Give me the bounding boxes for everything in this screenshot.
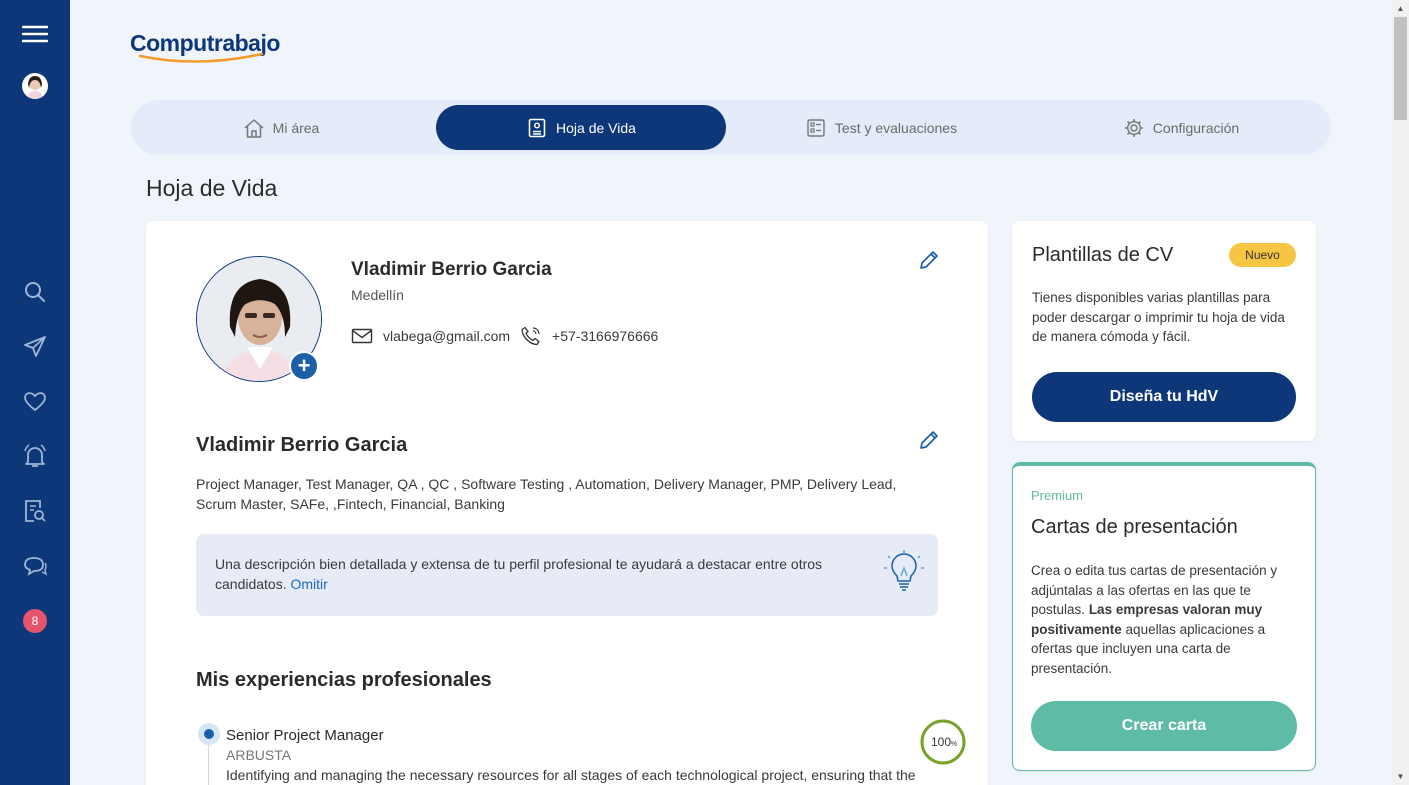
new-badge: Nuevo	[1229, 243, 1296, 267]
tip-text-block: Una descripción bien detallada y extensa…	[215, 554, 855, 594]
edit-icon[interactable]	[918, 249, 940, 271]
experience-description: Identifying and managing the necessary r…	[226, 767, 916, 783]
profile-headline-name: Vladimir Berrio Garcia	[196, 434, 408, 456]
tab-mi-area[interactable]: Mi área	[136, 105, 426, 150]
avatar[interactable]	[0, 66, 70, 106]
home-icon	[244, 118, 264, 138]
cover-letters-title: Cartas de presentación	[1031, 516, 1238, 538]
search-icon[interactable]	[0, 272, 70, 312]
profile-city: Medellín	[351, 287, 404, 303]
sidebar: 8	[0, 0, 70, 785]
phone-icon	[521, 326, 540, 346]
cv-icon	[528, 118, 546, 137]
premium-label: Premium	[1031, 488, 1084, 503]
profile-summary: Project Manager, Test Manager, QA , QC ,…	[196, 476, 897, 512]
experience-section-title: Mis experiencias profesionales	[196, 669, 492, 691]
design-cv-button[interactable]: Diseña tu HdV	[1032, 372, 1296, 422]
gear-icon	[1124, 118, 1143, 137]
lightbulb-icon	[884, 550, 924, 591]
timeline-dot	[198, 723, 220, 745]
cover-letters-card: Premium Cartas de presentación Crea o ed…	[1012, 462, 1316, 771]
checklist-icon	[807, 118, 825, 137]
scroll-down-arrow-icon[interactable]: ▼	[1392, 768, 1409, 785]
main-content: Computrabajo Mi área Hoja de Vida Test y…	[70, 0, 1392, 785]
scrollbar[interactable]: ▲ ▼	[1392, 0, 1409, 785]
edit-icon[interactable]	[918, 429, 940, 451]
chat-icon[interactable]	[0, 546, 70, 586]
tip-omitir-link[interactable]: Omitir	[291, 576, 328, 592]
experience-role[interactable]: Senior Project Manager	[226, 727, 384, 744]
tab-configuracion[interactable]: Configuración	[1036, 105, 1326, 150]
cover-letters-text: Crea o edita tus cartas de presentación …	[1031, 561, 1299, 678]
bell-icon[interactable]	[0, 436, 70, 476]
cv-templates-text: Tienes disponibles varias plantillas par…	[1032, 290, 1285, 344]
profile-name: Vladimir Berrio Garcia	[351, 259, 552, 280]
profile-email: vlabega@gmail.com	[383, 328, 511, 344]
add-photo-button[interactable]: +	[289, 351, 319, 381]
contact-info: vlabega@gmail.com +57-3166976666	[351, 325, 658, 347]
menu-icon[interactable]	[0, 14, 70, 54]
send-icon[interactable]	[0, 327, 70, 367]
profile-phone: +57-3166976666	[552, 328, 659, 344]
tab-label: Test y evaluaciones	[834, 119, 958, 136]
tab-hoja-de-vida[interactable]: Hoja de Vida	[436, 105, 726, 150]
tab-test-evaluaciones[interactable]: Test y evaluaciones	[736, 105, 1026, 150]
notifications-badge[interactable]: 8	[0, 601, 70, 641]
profile-card: + Vladimir Berrio Garcia Medellín vlabeg…	[146, 221, 988, 785]
cv-templates-title: Plantillas de CV	[1032, 244, 1174, 266]
experience-company: ARBUSTA	[226, 747, 292, 763]
tab-label: Configuración	[1152, 119, 1240, 136]
tab-bar: Mi área Hoja de Vida Test y evaluaciones…	[131, 100, 1331, 155]
timeline-line	[208, 745, 209, 785]
tab-label: Mi área	[272, 119, 320, 136]
logo-swoosh-icon	[138, 52, 264, 63]
heart-icon[interactable]	[0, 381, 70, 421]
cv-templates-card: Plantillas de CV Nuevo Tienes disponible…	[1012, 221, 1316, 441]
notification-count: 8	[23, 609, 47, 633]
create-letter-button[interactable]: Crear carta	[1031, 701, 1297, 751]
scroll-thumb[interactable]	[1394, 17, 1407, 120]
tab-label: Hoja de Vida	[556, 119, 636, 136]
profile-tip: Una descripción bien detallada y extensa…	[196, 534, 938, 616]
page-title: Hoja de Vida	[146, 175, 278, 201]
scroll-up-arrow-icon[interactable]: ▲	[1392, 0, 1409, 17]
completion-unit: %	[951, 741, 957, 748]
document-search-icon[interactable]	[0, 491, 70, 531]
completion-value: 100	[931, 735, 951, 749]
mail-icon	[351, 328, 373, 344]
completion-ring: 100 %	[920, 719, 966, 765]
